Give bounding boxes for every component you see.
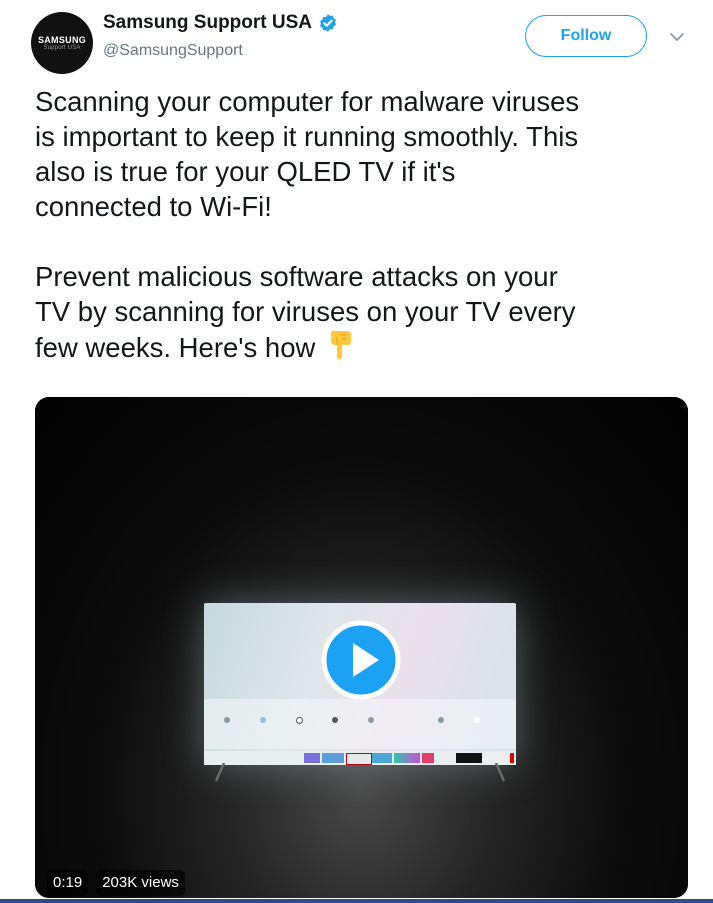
- tweet-line: TV by scanning for viruses on your TV ev…: [35, 296, 576, 327]
- chevron-down-icon[interactable]: [668, 30, 686, 44]
- tweet-line: Prevent malicious software attacks on yo…: [35, 261, 558, 292]
- tweet-line: Scanning your computer for malware virus…: [35, 86, 580, 117]
- video-meta: 0:19 203K views: [47, 870, 185, 896]
- video-views: 203K views: [96, 870, 185, 896]
- verified-badge-icon: [320, 14, 336, 32]
- account-handle[interactable]: @SamsungSupport: [103, 42, 243, 60]
- video-duration: 0:19: [47, 870, 89, 896]
- avatar-subtext: Support USA: [43, 44, 81, 51]
- tv-quick-settings-bar: [204, 699, 516, 749]
- display-name[interactable]: Samsung Support USA: [103, 12, 312, 34]
- tweet-line: few weeks. Here's how: [35, 332, 316, 363]
- tv-stand: [214, 763, 506, 782]
- video-player[interactable]: 0:19 203K views: [35, 397, 688, 898]
- pointing-down-hand-icon: [331, 330, 352, 360]
- play-icon[interactable]: [321, 620, 401, 700]
- tweet-line: connected to Wi-Fi!: [35, 191, 272, 222]
- tweet-line-with-emoji: few weeks. Here's how: [35, 329, 695, 365]
- tweet-line: also is true for your QLED TV if it's: [35, 156, 456, 187]
- name-row: Samsung Support USA: [103, 12, 338, 34]
- follow-button[interactable]: Follow: [525, 15, 647, 57]
- avatar[interactable]: SAMSUNG Support USA: [31, 12, 93, 74]
- avatar-brand-text: SAMSUNG: [37, 34, 87, 45]
- bottom-divider: [0, 899, 713, 903]
- tweet-header: SAMSUNG Support USA Samsung Support USA …: [0, 0, 713, 80]
- tweet-line: is important to keep it running smoothly…: [35, 121, 579, 152]
- tweet-text: Scanning your computer for malware virus…: [35, 84, 695, 365]
